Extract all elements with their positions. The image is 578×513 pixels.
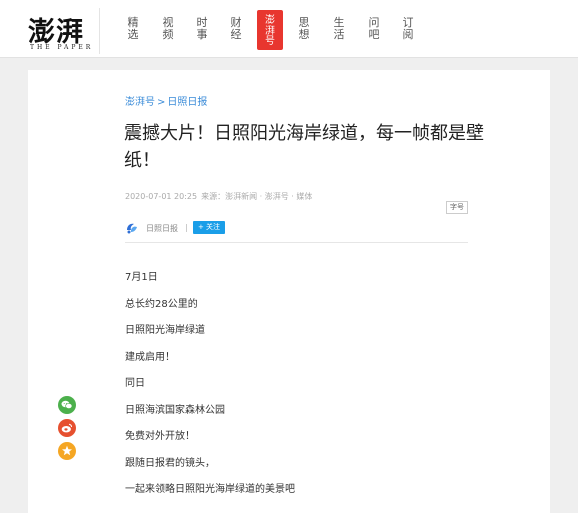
author-name[interactable]: 日照日报 <box>146 223 178 234</box>
nav-item-wenba[interactable]: 问 吧 <box>363 10 385 50</box>
site-logo[interactable]: 澎湃 THE PAPER <box>16 8 100 54</box>
body-paragraph: 一起来领略日照阳光海岸绿道的美景吧 <box>125 484 295 495</box>
nav-char: 想 <box>298 28 310 41</box>
qzone-icon <box>62 445 72 456</box>
divider <box>125 242 468 243</box>
logo-subtitle: THE PAPER <box>30 44 94 51</box>
nav-char: 事 <box>196 28 208 41</box>
breadcrumb-separator: > <box>157 97 166 108</box>
body-paragraph: 同日 <box>125 378 145 389</box>
publish-datetime: 2020-07-01 20:25 <box>125 192 198 201</box>
article-meta: 2020-07-01 20:25 来源：澎湃新闻 · 澎湃号 · 媒体 <box>125 191 316 202</box>
nav-item-shipin[interactable]: 视 频 <box>157 10 179 50</box>
wechat-share-button[interactable] <box>58 396 76 414</box>
body-paragraph: 日照海滨国家森林公园 <box>125 404 225 416</box>
qzone-share-button[interactable] <box>58 442 76 460</box>
follow-button[interactable]: + 关注 <box>193 221 225 234</box>
nav-char: 阅 <box>402 28 414 41</box>
article-card: 澎湃号 > 日照日报 震撼大片！日照阳光海岸绿道，每一帧都是壁纸！ 2020-07-… <box>28 70 550 513</box>
nav-char: 频 <box>162 28 174 41</box>
nav-char: 号 <box>265 36 275 47</box>
nav-char: 活 <box>333 28 345 41</box>
nav-char: 吧 <box>368 28 380 41</box>
author-avatar-icon[interactable] <box>125 221 138 234</box>
body-paragraph: 日照阳光海岸绿道 <box>125 325 205 336</box>
breadcrumb: 澎湃号 > 日照日报 <box>125 93 207 108</box>
article-body: 7月1日 总长约28公里的 日照阳光海岸绿道 建成启用！ 同日 日照海滨国家森林… <box>125 271 465 510</box>
site-header: 澎湃 THE PAPER 精 选 视 频 时 事 财 经 澎 湃 号 思 想 生 <box>0 0 578 58</box>
nav-item-jingxuan[interactable]: 精 选 <box>122 10 144 50</box>
nav-item-sixiang[interactable]: 思 想 <box>293 10 315 50</box>
weibo-icon <box>61 423 73 433</box>
body-paragraph: 免费对外开放！ <box>125 431 195 442</box>
breadcrumb-source-link[interactable]: 日照日报 <box>167 97 207 108</box>
body-paragraph: 总长约28公里的 <box>125 298 198 310</box>
nav-item-caijing[interactable]: 财 经 <box>225 10 247 50</box>
article-source: 来源：澎湃新闻 · 澎湃号 · 媒体 <box>201 192 313 201</box>
nav-char: 经 <box>230 28 242 41</box>
wechat-icon <box>61 400 73 409</box>
body-paragraph: 建成启用！ <box>125 351 175 363</box>
nav-item-pengpaihao[interactable]: 澎 湃 号 <box>257 10 283 50</box>
nav-item-shishi[interactable]: 时 事 <box>191 10 213 50</box>
nav-item-shenghuo[interactable]: 生 活 <box>328 10 350 50</box>
font-size-button[interactable]: 字号 <box>446 201 468 214</box>
body-paragraph: 跟随日报君的镜头， <box>125 457 215 469</box>
article-title: 震撼大片！日照阳光海岸绿道，每一帧都是壁纸！ <box>124 123 484 171</box>
breadcrumb-pengpaihao-link[interactable]: 澎湃号 <box>125 97 155 108</box>
body-paragraph: 7月1日 <box>125 272 158 283</box>
nav-char: 澎 <box>265 15 275 26</box>
weibo-share-button[interactable] <box>58 419 76 437</box>
nav-item-dingyue[interactable]: 订 阅 <box>397 10 419 50</box>
author-divider <box>186 224 187 232</box>
nav-char: 选 <box>127 28 139 41</box>
